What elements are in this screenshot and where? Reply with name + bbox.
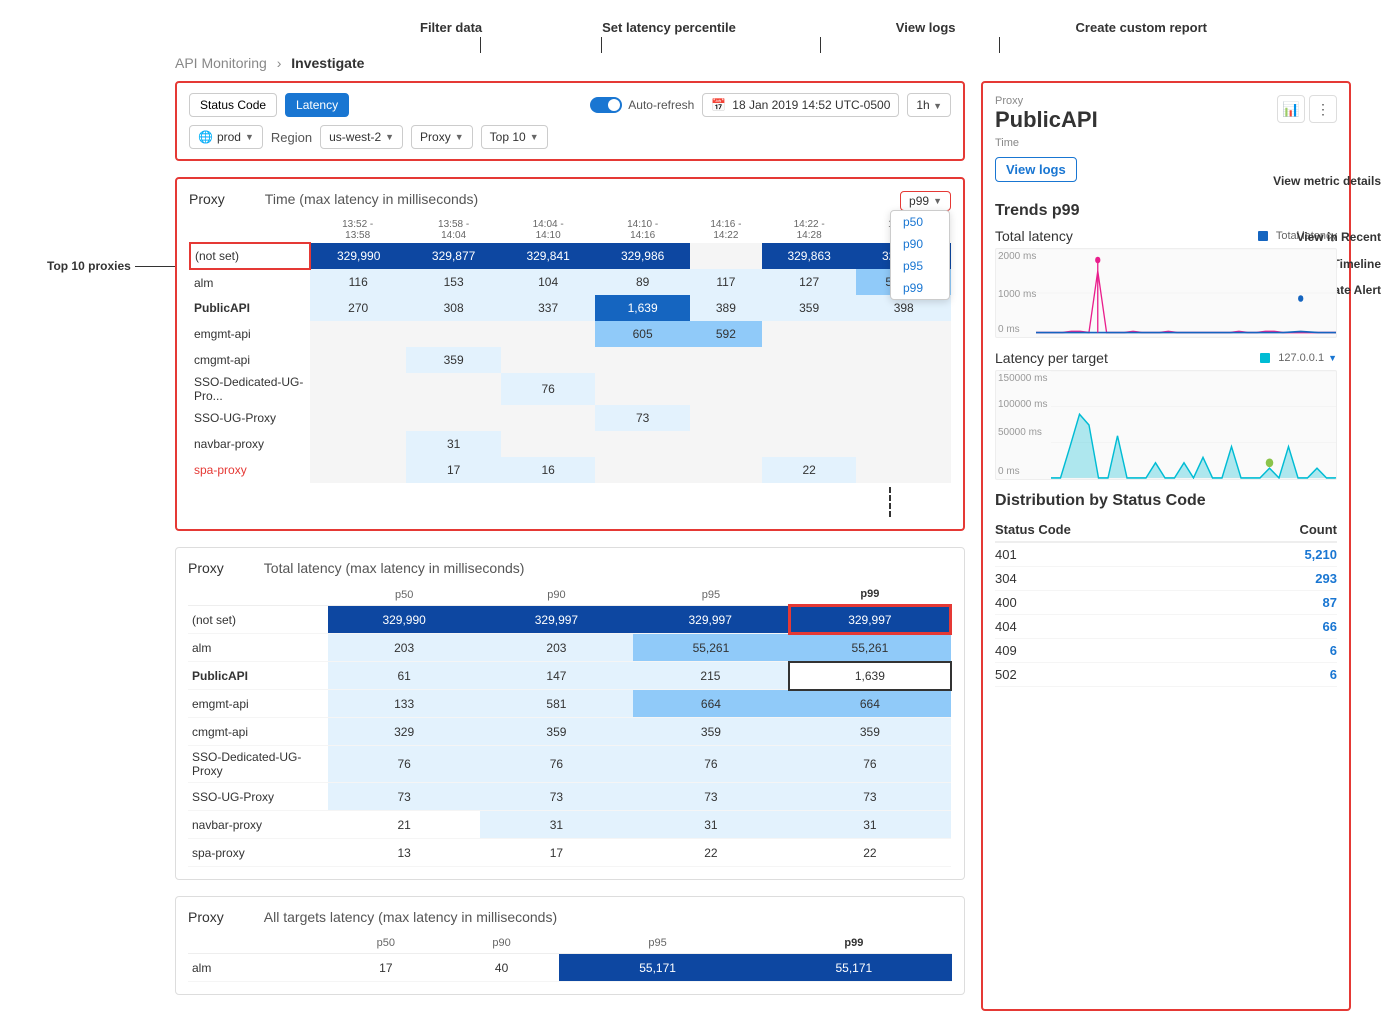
dist-row-304: 304 293 <box>995 567 1337 591</box>
view-in-recent-label: View in Recent <box>1273 224 1381 250</box>
table-row: (not set) 329,990 329,877 329,841 329,98… <box>190 243 951 269</box>
table-row: cmgmt-api 329 359 359 359 <box>188 718 951 746</box>
view-logs-annotation: View logs <box>896 20 956 35</box>
table-row: cmgmt-api 359 <box>190 347 951 373</box>
table-row: SSO-Dedicated-UG-Proxy 76 76 76 76 <box>188 746 951 783</box>
dist-row-404: 404 66 <box>995 615 1337 639</box>
all-targets-table: p50 p90 p95 p99 alm 17 40 55,171 55,171 <box>188 933 952 982</box>
dist-row-401: 401 5,210 <box>995 542 1337 567</box>
date-picker[interactable]: 📅 18 Jan 2019 14:52 UTC-0500 <box>702 93 899 117</box>
create-report-annotation: Create custom report <box>1076 20 1207 35</box>
table-row: navbar-proxy 21 31 31 31 <box>188 811 951 839</box>
latency-top-label: 150000 ms <box>998 373 1047 384</box>
time-range-select[interactable]: 1h ▼ <box>907 93 951 117</box>
latency-bot-label: 0 ms <box>998 466 1020 477</box>
more-options-btn[interactable]: ⋮ <box>1309 95 1337 123</box>
time-label: Time <box>995 137 1098 149</box>
table-row: emgmt-api 133 581 664 664 <box>188 690 951 718</box>
table-row: SSO-Dedicated-UG-Pro... 76 <box>190 373 951 405</box>
view-metric-details-label: View metric details <box>1273 168 1381 194</box>
latency-per-target-legend-dot <box>1260 353 1270 363</box>
proxy-name: PublicAPI <box>995 107 1098 133</box>
p99-option[interactable]: p99 <box>891 277 949 299</box>
dist-row-502: 502 6 <box>995 663 1337 687</box>
status-code-button[interactable]: Status Code <box>189 93 277 117</box>
total-latency-legend-dot <box>1258 231 1268 241</box>
dist-row-400: 400 87 <box>995 591 1337 615</box>
date-value: 18 Jan 2019 14:52 UTC-0500 <box>732 98 890 112</box>
summary-subtitle: Total latency (max latency in millisecon… <box>264 560 525 576</box>
latency-per-target-title: Latency per target <box>995 350 1108 366</box>
summary-table: p50 p90 p95 p99 (not set) 329,990 329,99… <box>188 584 952 867</box>
dist-col-count: Count <box>1224 518 1337 542</box>
breadcrumb: API Monitoring › Investigate <box>175 55 1369 71</box>
heatmap-proxy-header: Proxy <box>189 191 225 207</box>
heatmap-subtitle: Time (max latency in milliseconds) <box>265 191 478 207</box>
total-latency-bot-label: 0 ms <box>998 324 1020 335</box>
p50-option[interactable]: p50 <box>891 211 949 233</box>
auto-refresh-toggle[interactable]: Auto-refresh <box>590 97 694 113</box>
total-latency-mid-label: 1000 ms <box>998 289 1036 300</box>
all-targets-subtitle: All targets latency (max latency in mill… <box>264 909 557 925</box>
table-row: alm 17 40 55,171 55,171 <box>188 954 952 982</box>
table-row: emgmt-api 605 592 <box>190 321 951 347</box>
latency-per-target-legend: 127.0.0.1 <box>1278 352 1324 364</box>
p90-option[interactable]: p90 <box>891 233 949 255</box>
filter-data-annotation: Filter data <box>420 20 482 35</box>
table-row: spa-proxy 13 17 22 22 <box>188 839 951 867</box>
proxy-select[interactable]: Proxy ▼ <box>411 125 473 149</box>
table-row: alm 203 203 55,261 55,261 <box>188 634 951 662</box>
chart-icon-btn[interactable]: 📊 <box>1277 95 1305 123</box>
set-latency-annotation: Set latency percentile <box>602 20 736 35</box>
table-row: spa-proxy 17 16 22 <box>190 457 951 483</box>
dist-col-status: Status Code <box>995 518 1224 542</box>
dist-row-409: 409 6 <box>995 639 1337 663</box>
table-row: SSO-UG-Proxy 73 <box>190 405 951 431</box>
prod-filter[interactable]: 🌐 prod ▼ <box>189 125 263 149</box>
heatmap-table: 13:52 -13:58 13:58 -14:04 14:04 -14:10 1… <box>189 217 951 483</box>
region-label: Region <box>271 130 312 145</box>
total-latency-title: Total latency <box>995 228 1073 244</box>
summary-proxy-header: Proxy <box>188 560 224 576</box>
top10-proxies-label: Top 10 proxies <box>47 259 131 273</box>
latency-button[interactable]: Latency <box>285 93 349 117</box>
table-row: alm 116 153 104 89 117 127 55,261 <box>190 269 951 295</box>
total-latency-top-label: 2000 ms <box>998 251 1036 262</box>
table-row: PublicAPI 270 308 337 1,639 389 359 398 <box>190 295 951 321</box>
p95-option[interactable]: p95 <box>891 255 949 277</box>
distribution-title: Distribution by Status Code <box>995 492 1337 510</box>
proxy-label: Proxy <box>995 95 1098 107</box>
table-row: navbar-proxy 31 <box>190 431 951 457</box>
all-targets-proxy-header: Proxy <box>188 909 224 925</box>
table-row: SSO-UG-Proxy 73 73 73 73 <box>188 783 951 811</box>
latency-per-target-chart: 150000 ms 100000 ms 50000 ms 0 ms <box>995 370 1337 480</box>
latency-mid2-label: 50000 ms <box>998 427 1042 438</box>
topn-select[interactable]: Top 10 ▼ <box>481 125 548 149</box>
p99-dropdown-btn[interactable]: p99 ▼ <box>909 194 942 208</box>
view-logs-button[interactable]: View logs <box>995 157 1077 182</box>
table-row: PublicAPI 61 147 215 1,639 <box>188 662 951 690</box>
right-panel: Proxy PublicAPI Time 📊 ⋮ View metric det… <box>981 81 1351 1011</box>
table-row: (not set) 329,990 329,997 329,997 329,99… <box>188 606 951 634</box>
latency-mid1-label: 100000 ms <box>998 399 1047 410</box>
total-latency-chart: 2000 ms 1000 ms 0 ms <box>995 248 1337 338</box>
region-select[interactable]: us-west-2 ▼ <box>320 125 403 149</box>
distribution-table: Status Code Count 401 5,210 304 293 400 <box>995 518 1337 687</box>
